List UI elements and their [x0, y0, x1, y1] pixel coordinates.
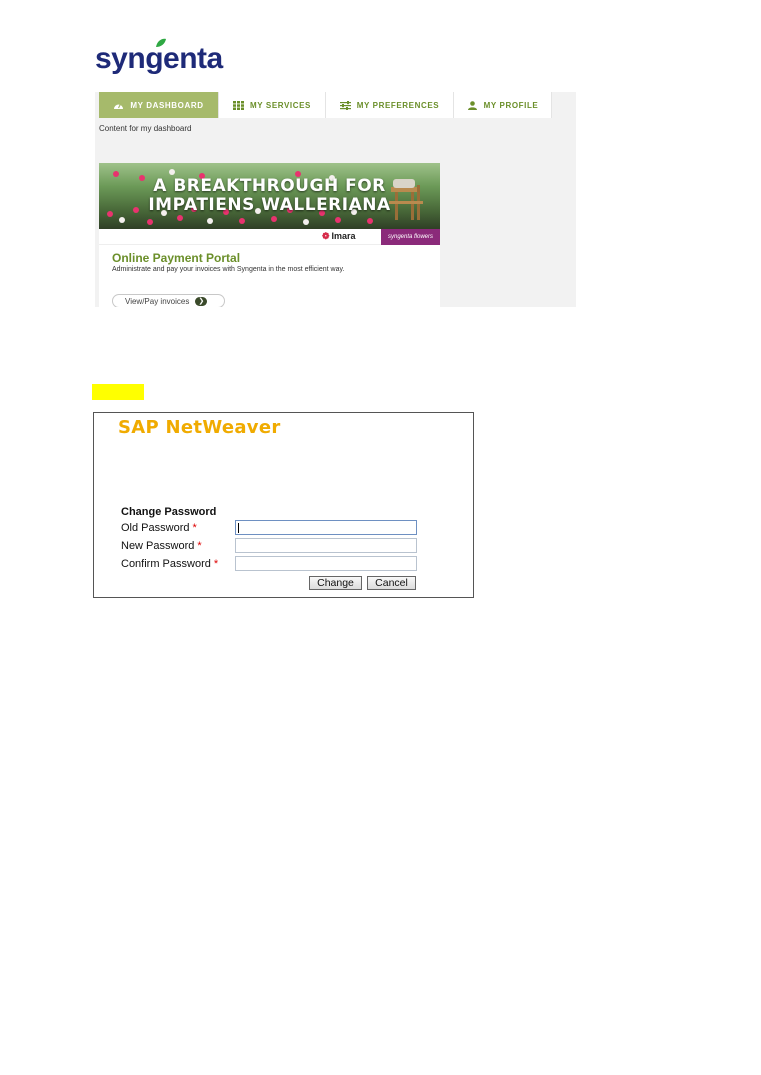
tab-label: MY PROFILE	[483, 100, 539, 110]
tab-my-profile[interactable]: MY PROFILE	[454, 92, 552, 118]
view-pay-invoices-label: View/Pay invoices	[125, 296, 190, 306]
portal-title: Online Payment Portal	[112, 251, 241, 265]
tab-label: MY SERVICES	[250, 100, 311, 110]
tab-label: MY PREFERENCES	[356, 100, 440, 110]
new-password-input[interactable]	[235, 538, 417, 553]
logo-text: syngenta	[95, 42, 223, 75]
sap-change-password-dialog: SAP NetWeaver Change Password Old Passwo…	[93, 412, 474, 598]
chevron-right-icon: ❯	[195, 296, 208, 306]
user-icon	[467, 100, 477, 110]
promo-banner: A BREAKTHROUGH FOR IMPATIENS WALLERIANA	[99, 163, 440, 229]
syngenta-logo: syngenta	[95, 38, 225, 78]
sliders-icon	[339, 100, 351, 110]
change-button[interactable]: Change	[309, 576, 362, 590]
portal-description: Administrate and pay your invoices with …	[112, 266, 345, 273]
tab-label: MY DASHBOARD	[130, 100, 204, 110]
text-cursor	[238, 523, 239, 533]
payment-portal-card: A BREAKTHROUGH FOR IMPATIENS WALLERIANA …	[99, 163, 440, 307]
dashboard-caption: Content for my dashboard	[99, 124, 192, 133]
change-password-heading: Change Password	[121, 506, 217, 518]
tab-my-preferences[interactable]: MY PREFERENCES	[326, 92, 454, 118]
tab-my-services[interactable]: MY SERVICES	[219, 92, 326, 118]
tab-my-dashboard[interactable]: MY DASHBOARD	[99, 92, 219, 118]
grid-icon	[233, 100, 244, 110]
cancel-button[interactable]: Cancel	[367, 576, 416, 590]
old-password-label: Old Password *	[121, 522, 197, 534]
new-password-label: New Password *	[121, 540, 202, 552]
brand-strip: ❁ Imara syngenta flowers	[99, 229, 440, 245]
banner-title-line2: IMPATIENS WALLERIANA	[148, 195, 391, 215]
old-password-input[interactable]	[235, 520, 417, 535]
confirm-password-label: Confirm Password *	[121, 558, 219, 570]
imara-brand: ❁ Imara	[322, 231, 356, 241]
highlight-mark	[92, 384, 144, 400]
banner-title-line1: A BREAKTHROUGH FOR	[153, 176, 386, 196]
main-nav: MY DASHBOARD MY SERVICES MY PREFERENCES …	[99, 92, 576, 118]
gauge-icon	[114, 103, 124, 109]
syngenta-flowers-brand: syngenta flowers	[381, 229, 440, 245]
sap-netweaver-logo: SAP NetWeaver	[118, 417, 281, 438]
view-pay-invoices-button[interactable]: View/Pay invoices ❯	[112, 294, 225, 307]
confirm-password-input[interactable]	[235, 556, 417, 571]
dashboard-panel: MY DASHBOARD MY SERVICES MY PREFERENCES …	[95, 92, 576, 307]
imara-mark-icon: ❁	[322, 231, 330, 241]
